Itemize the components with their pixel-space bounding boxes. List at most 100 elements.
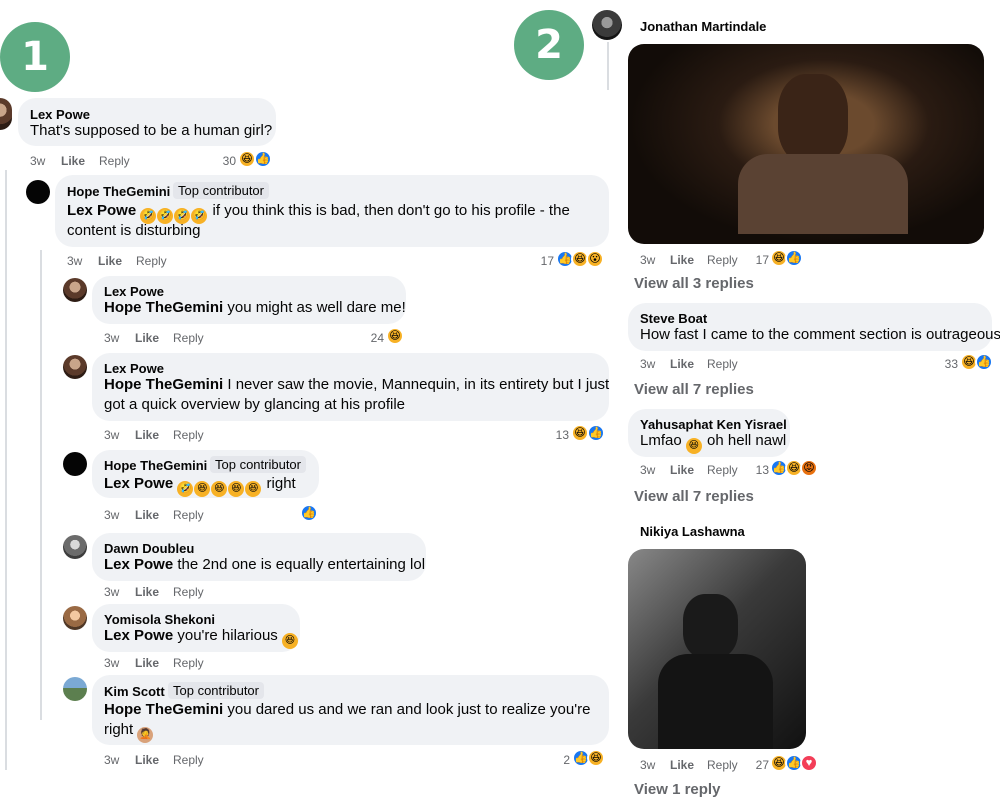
like-button[interactable]: Like	[670, 758, 694, 772]
comment-text: That's supposed to be a human girl?	[30, 122, 273, 139]
comment-time[interactable]: 3w	[104, 508, 119, 522]
reaction-count[interactable]: 17	[510, 254, 554, 268]
reaction-count[interactable]: 24	[340, 331, 384, 345]
comment-author[interactable]: Nikiya Lashawna	[640, 524, 745, 539]
rofl-emoji: 🤣	[177, 481, 194, 497]
avatar[interactable]	[63, 452, 87, 476]
like-button[interactable]: Like	[98, 254, 122, 268]
avatar[interactable]	[0, 98, 12, 130]
comment-time[interactable]: 3w	[104, 753, 119, 767]
like-reaction-icon: 👍	[587, 424, 605, 442]
like-reaction-icon: 👍	[254, 150, 272, 168]
view-replies-link[interactable]: View 1 reply	[634, 781, 720, 798]
reply-button[interactable]: Reply	[173, 508, 204, 522]
care-reaction-icon: ♥	[800, 754, 818, 772]
reply-button[interactable]: Reply	[99, 154, 130, 168]
mention-link[interactable]: Lex Powe	[67, 202, 136, 219]
comment-text: How fast I came to the comment section i…	[640, 326, 1000, 343]
comment-time[interactable]: 3w	[67, 254, 82, 268]
thread-line	[607, 42, 609, 90]
comment-author[interactable]: Hope TheGemini	[104, 458, 207, 473]
reaction-count[interactable]: 27	[745, 758, 769, 772]
avatar[interactable]	[63, 355, 87, 379]
comment-author[interactable]: Jonathan Martindale	[640, 19, 766, 34]
like-reaction-icon: 👍	[300, 504, 318, 522]
reaction-count[interactable]: 33	[930, 357, 958, 371]
reply-button[interactable]: Reply	[707, 463, 738, 477]
reaction-count[interactable]: 17	[745, 253, 769, 267]
reaction-count[interactable]: 30	[200, 154, 236, 168]
like-button[interactable]: Like	[135, 331, 159, 345]
comment-author[interactable]: Yahusaphat Ken Yisrael	[640, 417, 787, 432]
reaction-count[interactable]: 2	[540, 753, 570, 767]
reply-button[interactable]: Reply	[136, 254, 167, 268]
avatar[interactable]	[26, 180, 50, 204]
view-replies-link[interactable]: View all 3 replies	[634, 275, 754, 292]
comment-text: Hope TheGemini you might as well dare me…	[104, 298, 406, 318]
reply-button[interactable]: Reply	[707, 758, 738, 772]
reaction-count[interactable]: 13	[525, 428, 569, 442]
laughing-emoji: 😆	[281, 633, 298, 649]
like-button[interactable]: Like	[135, 508, 159, 522]
image-figure	[738, 154, 908, 234]
like-button[interactable]: Like	[670, 253, 694, 267]
avatar[interactable]	[63, 535, 87, 559]
reply-button[interactable]: Reply	[707, 357, 738, 371]
comment-time[interactable]: 3w	[640, 357, 655, 371]
comment-author[interactable]: Lex Powe	[104, 284, 164, 299]
comment-gif-image[interactable]	[628, 44, 984, 244]
comment-author[interactable]: Steve Boat	[640, 311, 707, 326]
top-contributor-badge: Top contributor	[210, 456, 306, 473]
comment-text: Lex Powe 🤣 😆 😆 😆 😆 right	[104, 474, 296, 497]
mention-link[interactable]: Lex Powe	[104, 475, 173, 492]
comment-author[interactable]: Hope TheGemini	[67, 184, 170, 199]
like-reaction-icon: 👍	[785, 249, 803, 267]
mention-link[interactable]: Lex Powe	[104, 556, 173, 573]
comment-time[interactable]: 3w	[640, 758, 655, 772]
angry-reaction-icon: 😡	[800, 459, 818, 477]
comment-text-line: Lmfao	[640, 432, 686, 449]
comment-text: Hope TheGemini you dared us and we ran a…	[104, 700, 590, 720]
comment-author[interactable]: Dawn Doubleu	[104, 541, 194, 556]
comment-author[interactable]: Lex Powe	[30, 107, 90, 122]
avatar[interactable]	[592, 10, 622, 40]
like-button[interactable]: Like	[135, 656, 159, 670]
comment-time[interactable]: 3w	[104, 331, 119, 345]
comment-time[interactable]: 3w	[30, 154, 45, 168]
like-button[interactable]: Like	[135, 753, 159, 767]
comment-text-line: I never saw the movie, Mannequin, in its…	[223, 376, 610, 393]
mention-link[interactable]: Hope TheGemini	[104, 701, 223, 718]
comment-time[interactable]: 3w	[640, 253, 655, 267]
reply-button[interactable]: Reply	[173, 585, 204, 599]
comment-gif-image[interactable]	[628, 549, 806, 749]
like-button[interactable]: Like	[135, 585, 159, 599]
reply-button[interactable]: Reply	[173, 428, 204, 442]
avatar[interactable]	[63, 677, 87, 701]
comment-author[interactable]: Kim Scott	[104, 684, 165, 699]
reply-button[interactable]: Reply	[707, 253, 738, 267]
comment-text-line: you dared us and we ran and look just to…	[223, 701, 591, 718]
like-button[interactable]: Like	[135, 428, 159, 442]
reply-button[interactable]: Reply	[173, 331, 204, 345]
comment-time[interactable]: 3w	[640, 463, 655, 477]
mention-link[interactable]: Lex Powe	[104, 627, 173, 644]
like-button[interactable]: Like	[670, 357, 694, 371]
reaction-count[interactable]: 13	[745, 463, 769, 477]
avatar[interactable]	[63, 606, 87, 630]
mention-link[interactable]: Hope TheGemini	[104, 299, 223, 316]
like-button[interactable]: Like	[670, 463, 694, 477]
mention-link[interactable]: Hope TheGemini	[104, 376, 223, 393]
reply-button[interactable]: Reply	[173, 753, 204, 767]
comment-time[interactable]: 3w	[104, 428, 119, 442]
comment-time[interactable]: 3w	[104, 585, 119, 599]
view-replies-link[interactable]: View all 7 replies	[634, 381, 754, 398]
comment-author[interactable]: Yomisola Shekoni	[104, 612, 215, 627]
comment-author[interactable]: Lex Powe	[104, 361, 164, 376]
like-button[interactable]: Like	[61, 154, 85, 168]
comment-time[interactable]: 3w	[104, 656, 119, 670]
reply-button[interactable]: Reply	[173, 656, 204, 670]
avatar[interactable]	[63, 278, 87, 302]
thread-line	[5, 170, 7, 770]
view-replies-link[interactable]: View all 7 replies	[634, 488, 754, 505]
panel-number: 2	[535, 22, 563, 68]
